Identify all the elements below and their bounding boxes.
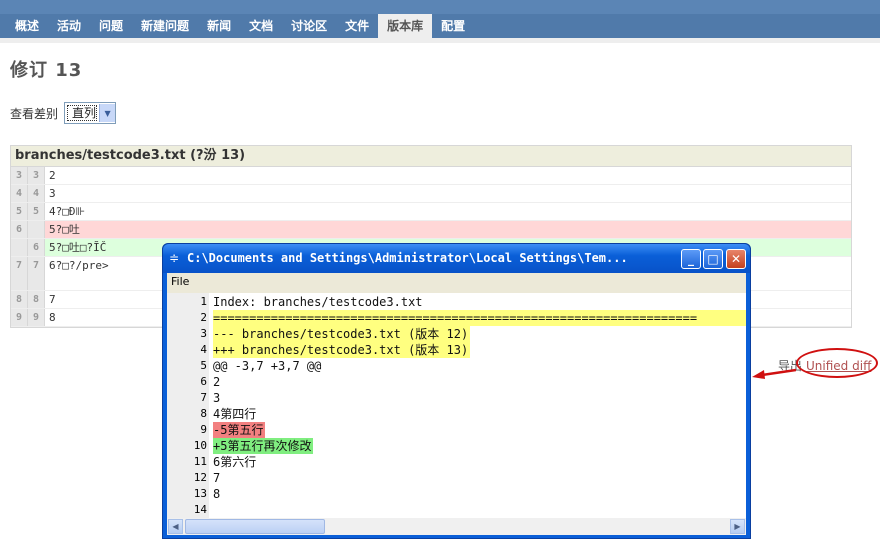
diff-line-text: 2 [49, 169, 56, 182]
window-menubar: File [167, 273, 746, 293]
editor-line-number: 13 [193, 487, 207, 500]
editor-line-text: 2 [213, 375, 221, 389]
line-number-old: 3 [11, 167, 28, 184]
editor-line-number: 14 [193, 503, 207, 516]
diff-row: 6 5?□吐 [11, 221, 851, 239]
line-number-old: 6 [11, 221, 28, 238]
maximize-button[interactable]: □ [703, 249, 723, 269]
line-number-old: 8 [11, 291, 28, 308]
diff-file-header: branches/testcode3.txt (?汾 13) [11, 146, 851, 167]
editor-line-number: 4 [200, 343, 207, 356]
tab-8[interactable]: 版本库 [378, 14, 433, 38]
editor-line-number: 7 [200, 391, 207, 404]
editor-line-text: 3 [213, 391, 221, 405]
line-number-old: 4 [11, 185, 28, 202]
tab-9[interactable]: 配置 [432, 14, 474, 38]
diff-row: 332 [11, 167, 851, 185]
line-number-new: 7 [28, 257, 45, 290]
editor-line-text: --- branches/testcode3.txt (版本 12) [213, 326, 471, 342]
line-number-new: 6 [28, 239, 45, 256]
editor-line-number: 3 [200, 327, 207, 340]
line-number-old [11, 239, 28, 256]
diff-row: 443 [11, 185, 851, 203]
editor-line-text: ========================================… [213, 310, 746, 326]
menu-file[interactable]: File [171, 275, 189, 288]
window-title: C:\Documents and Settings\Administrator\… [187, 251, 628, 265]
tab-3[interactable]: 新建问题 [132, 14, 198, 38]
line-number-new: 5 [28, 203, 45, 220]
editor-line-number: 2 [200, 311, 207, 324]
editor-line-text: 6第六行 [213, 455, 257, 469]
editor-line-text: +++ branches/testcode3.txt (版本 13) [213, 342, 471, 358]
horizontal-scrollbar[interactable]: ◀ ▶ [167, 518, 746, 535]
editor-line-number: 9 [200, 423, 207, 436]
main-menu: 概述 活动 问题 新建问题 新闻 文档 讨论区 文件 版本库 配置 [6, 14, 474, 38]
diff-line-text: 4?□Ð⊪ [49, 205, 86, 218]
editor-line-number: 8 [200, 407, 207, 420]
editor-line-text: -5第五行 [213, 422, 266, 438]
line-number-old: 7 [11, 257, 28, 290]
editor-line-text: @@ -3,7 +3,7 @@ [213, 359, 322, 373]
scroll-left-icon[interactable]: ◀ [168, 519, 183, 534]
tab-2[interactable]: 问题 [90, 14, 132, 38]
editor-line-text: 8 [213, 487, 221, 501]
editor-line-number: 10 [193, 439, 207, 452]
tab-7[interactable]: 文件 [336, 14, 378, 38]
editor-line-text: Index: branches/testcode3.txt [213, 295, 423, 309]
editor-line-number: 12 [193, 471, 207, 484]
line-number-old: 9 [11, 309, 28, 326]
page-title: 修订 13 [10, 60, 83, 81]
editor-line-number: 5 [200, 359, 207, 372]
annotation-ellipse [796, 348, 878, 378]
editor-line-number: 6 [200, 375, 207, 388]
close-button[interactable]: ✕ [726, 249, 746, 269]
line-number-old: 5 [11, 203, 28, 220]
scrollbar-thumb[interactable] [185, 519, 325, 534]
editor-line-number: 1 [200, 295, 207, 308]
tab-1[interactable]: 活动 [48, 14, 90, 38]
header-strip [0, 0, 880, 14]
top-nav-bar: 概述 活动 问题 新建问题 新闻 文档 讨论区 文件 版本库 配置 [0, 0, 880, 38]
minimize-button[interactable]: _ [681, 249, 701, 269]
diff-editor[interactable]: 1 Index: branches/testcode3.txt 2 =========… [167, 293, 746, 518]
annotation-arrow-icon [752, 368, 796, 379]
editor-line-text: 4第四行 [213, 407, 257, 421]
line-number-new: 3 [28, 167, 45, 184]
diff-type-value: 直列 [67, 105, 98, 121]
diff-type-select[interactable]: 直列 ▼ [64, 102, 117, 124]
diff-options: 查看差别 直列 ▼ [10, 102, 117, 124]
nav-underline [0, 38, 880, 43]
line-number-new: 4 [28, 185, 45, 202]
tab-5[interactable]: 文档 [240, 14, 282, 38]
diff-viewer-window: ≑ C:\Documents and Settings\Administrato… [162, 243, 751, 539]
line-number-new: 8 [28, 291, 45, 308]
scroll-right-icon[interactable]: ▶ [730, 519, 745, 534]
chevron-down-icon[interactable]: ▼ [99, 104, 116, 122]
tab-4[interactable]: 新闻 [198, 14, 240, 38]
window-titlebar[interactable]: ≑ C:\Documents and Settings\Administrato… [163, 244, 750, 273]
editor-line-text: 7 [213, 471, 221, 485]
tab-0[interactable]: 概述 [6, 14, 48, 38]
diff-type-label: 查看差别 [10, 106, 59, 121]
editor-line-text: +5第五行再次修改 [213, 438, 314, 454]
diff-line-text: 5?□吐 [45, 221, 851, 238]
tab-6[interactable]: 讨论区 [282, 14, 336, 38]
diff-line-text: 3 [49, 187, 56, 200]
line-number-new [28, 221, 45, 238]
window-app-icon: ≑ [169, 251, 180, 265]
diff-row: 5 5 4?□Ð⊪ [11, 203, 851, 221]
line-number-new: 9 [28, 309, 45, 326]
editor-line-number: 11 [193, 455, 207, 468]
